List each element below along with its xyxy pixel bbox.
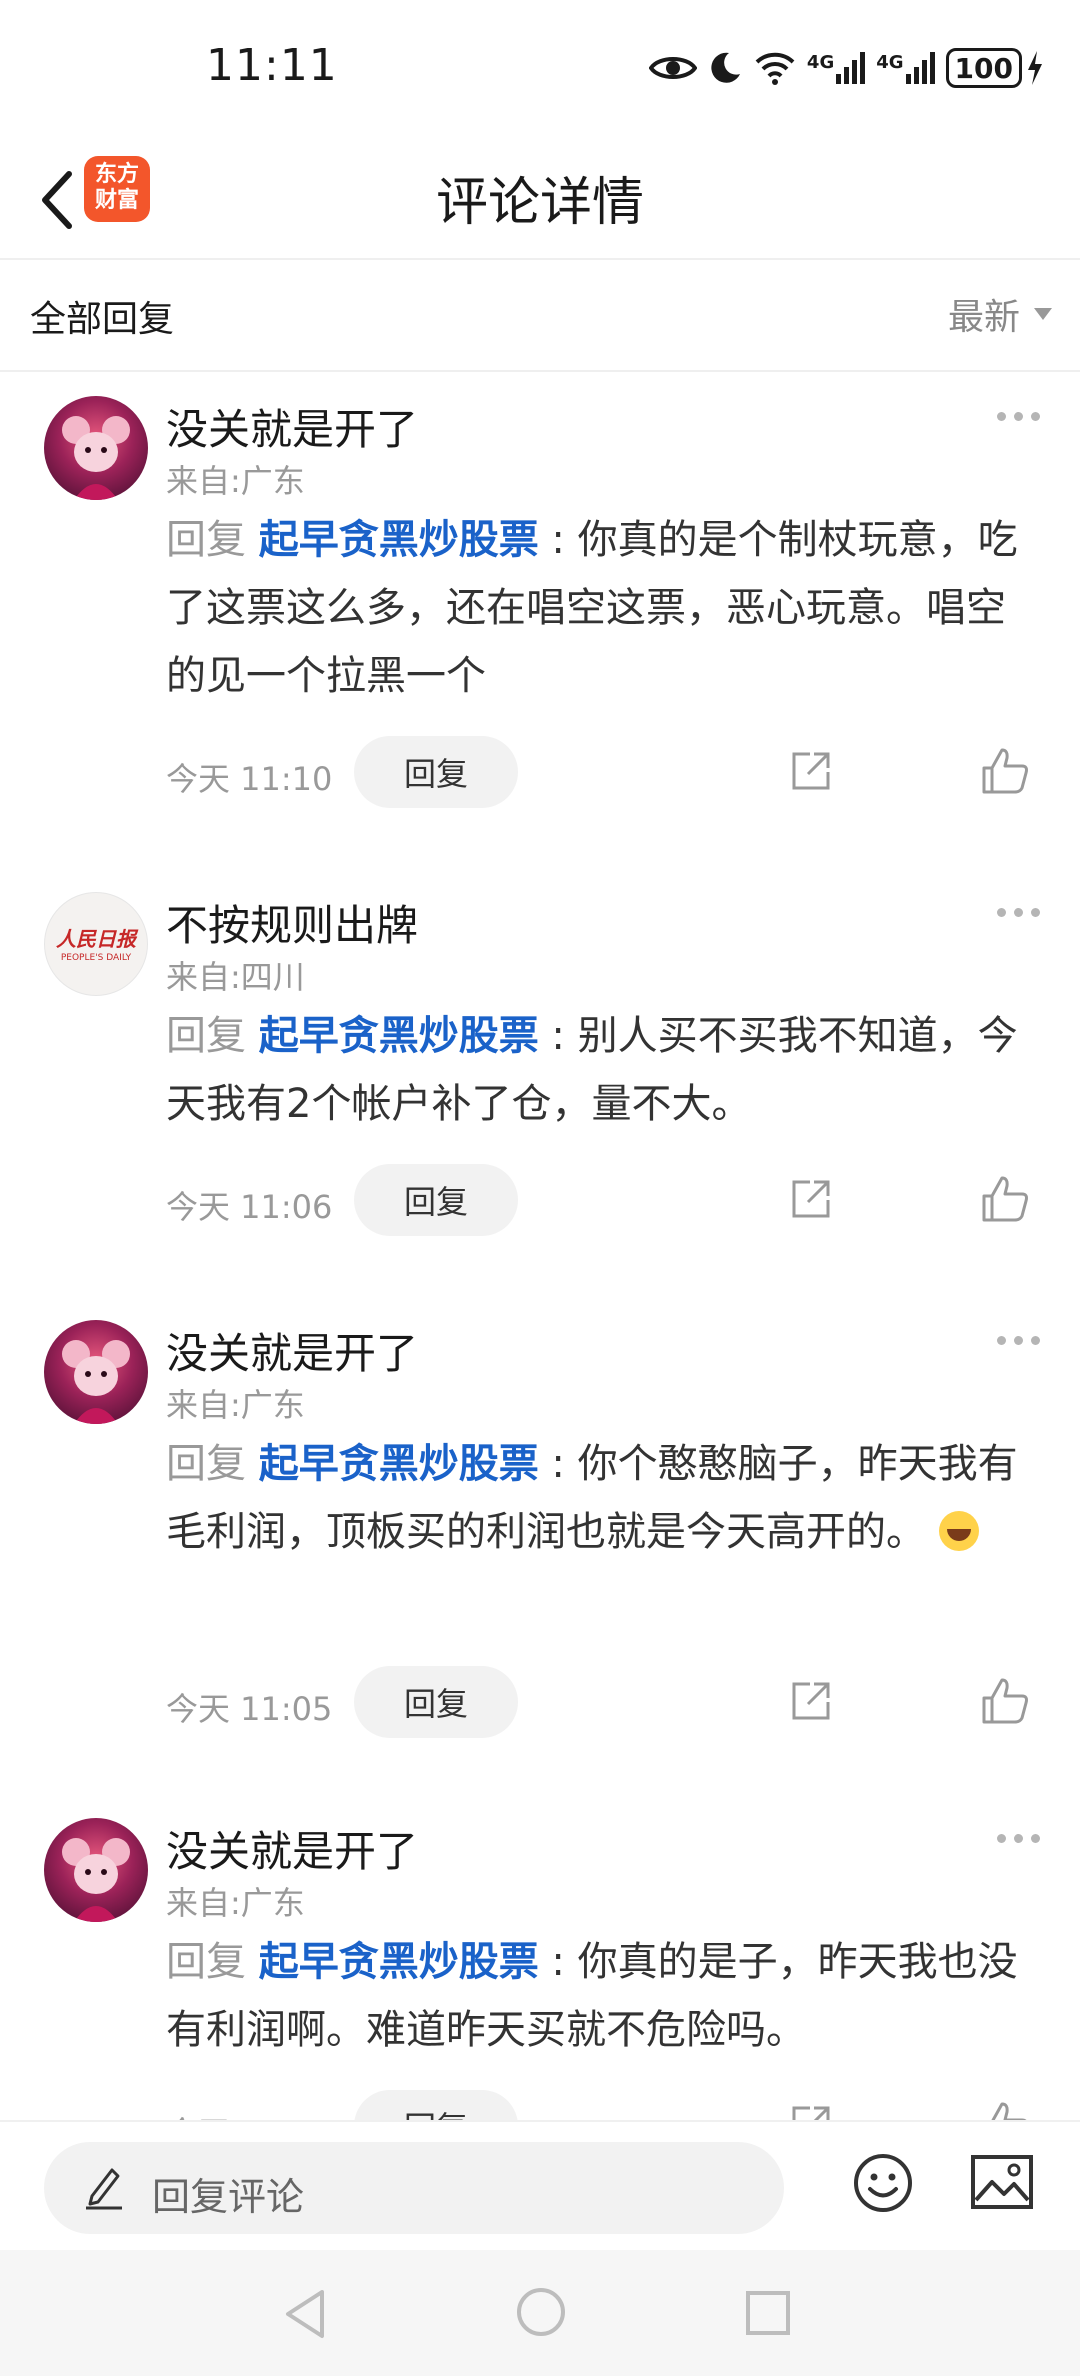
more-options-icon[interactable] — [997, 1336, 1040, 1345]
status-icons: 4G 4G 100 — [648, 44, 1044, 92]
username[interactable]: 没关就是开了 — [166, 396, 418, 457]
share-icon[interactable] — [788, 2102, 834, 2120]
timestamp: 今天 11:03 — [166, 2108, 332, 2120]
location: 来自:广东 — [166, 1386, 305, 1424]
mouse-avatar-icon — [62, 1838, 130, 1922]
comment-text: 回复 起早贪黑炒股票 : 你真的是个制杖玩意，吃了这票这么多，还在唱空这票，恶心… — [166, 506, 1036, 710]
reply-button[interactable]: 回复 — [354, 1164, 518, 1236]
thumbs-up-icon[interactable] — [980, 746, 1030, 796]
reply-comment-input[interactable]: 回复评论 — [44, 2142, 784, 2234]
wifi-icon — [755, 52, 795, 85]
section-bar: 全部回复 最新 — [0, 258, 1080, 372]
username[interactable]: 没关就是开了 — [166, 1818, 418, 1879]
signal-2: 4G — [876, 52, 935, 84]
reply-target-link[interactable]: 起早贪黑炒股票 — [259, 1441, 539, 1487]
comment-list[interactable]: 没关就是开了 来自:广东 回复 起早贪黑炒股票 : 你真的是个制杖玩意，吃了这票… — [0, 372, 1080, 2120]
comment-text: 回复 起早贪黑炒股票 : 别人买不买我不知道，今天我有2个帐户补了仓，量不大。 — [166, 1002, 1036, 1138]
more-options-icon[interactable] — [997, 908, 1040, 917]
battery-indicator: 100 — [945, 48, 1044, 88]
header: 东方 财富 评论详情 — [0, 140, 1080, 260]
laughing-emoji-icon — [938, 1511, 979, 1551]
timestamp: 今天 11:10 — [166, 760, 333, 798]
avatar[interactable] — [44, 396, 148, 500]
share-icon[interactable] — [788, 1176, 834, 1222]
signal-bars-icon — [836, 52, 866, 84]
nav-recent-apps-icon[interactable] — [745, 2290, 791, 2336]
location: 来自:广东 — [166, 462, 305, 500]
more-options-icon[interactable] — [997, 412, 1040, 421]
timestamp: 今天 11:06 — [166, 1188, 333, 1226]
comment-meta: 今天 11:06 回复 — [166, 1164, 1040, 1236]
moon-icon — [711, 52, 740, 83]
dropdown-arrow-icon — [1034, 308, 1052, 320]
comment-meta: 今天 11:10 回复 — [166, 736, 1040, 808]
comment-item: 人民日报 PEOPLE'S DAILY 不按规则出牌 来自:四川 回复 起早贪黑… — [0, 868, 1080, 1300]
image-icon[interactable] — [970, 2154, 1034, 2210]
share-icon[interactable] — [788, 748, 834, 794]
eye-icon — [648, 57, 697, 79]
network-label-2: 4G — [876, 52, 904, 73]
charging-icon — [1028, 51, 1042, 85]
comment-text: 回复 起早贪黑炒股票 : 你个憨憨脑子，昨天我有毛利润，顶板买的利润也就是今天高… — [166, 1430, 1036, 1566]
location: 来自:广东 — [166, 1884, 305, 1922]
status-bar: 11:11 4G 4G 100 — [0, 0, 1080, 140]
thumbs-up-icon[interactable] — [980, 2100, 1030, 2120]
sort-label: 最新 — [947, 297, 1020, 338]
username[interactable]: 没关就是开了 — [166, 1320, 418, 1381]
avatar[interactable] — [44, 1320, 148, 1424]
input-placeholder: 回复评论 — [152, 2175, 305, 2219]
reply-prefix: 回复 — [166, 1939, 246, 1985]
timestamp: 今天 11:05 — [166, 1690, 333, 1728]
signal-bars-icon — [905, 52, 935, 84]
avatar[interactable] — [44, 1818, 148, 1922]
signal-1: 4G — [807, 52, 866, 84]
comment-item: 没关就是开了 来自:广东 回复 起早贪黑炒股票 : 你真的是子，昨天我也没有利润… — [0, 1794, 1080, 2120]
emoji-icon[interactable] — [852, 2152, 914, 2214]
peoples-daily-subtitle: PEOPLE'S DAILY — [60, 953, 132, 963]
system-nav-bar — [0, 2250, 1080, 2376]
mouse-avatar-icon — [62, 1340, 130, 1424]
comment-item: 没关就是开了 来自:广东 回复 起早贪黑炒股票 : 你个憨憨脑子，昨天我有毛利润… — [0, 1296, 1080, 1796]
bottom-input-bar: 回复评论 — [0, 2120, 1080, 2252]
thumbs-up-icon[interactable] — [980, 1174, 1030, 1224]
share-icon[interactable] — [788, 1678, 834, 1724]
peoples-daily-logo: 人民日报 — [56, 927, 136, 951]
comment-item: 没关就是开了 来自:广东 回复 起早贪黑炒股票 : 你真的是个制杖玩意，吃了这票… — [0, 372, 1080, 852]
comment-text: 回复 起早贪黑炒股票 : 你真的是子，昨天我也没有利润啊。难道昨天买就不危险吗。 — [166, 1928, 1036, 2064]
nav-back-icon[interactable] — [282, 2288, 328, 2340]
reply-button[interactable]: 回复 — [354, 2090, 518, 2120]
battery-level: 100 — [945, 48, 1022, 88]
status-time: 11:11 — [206, 40, 338, 91]
avatar[interactable]: 人民日报 PEOPLE'S DAILY — [44, 892, 148, 996]
reply-target-link[interactable]: 起早贪黑炒股票 — [259, 1939, 539, 1985]
username[interactable]: 不按规则出牌 — [166, 892, 418, 953]
page-title: 评论详情 — [435, 173, 644, 233]
location: 来自:四川 — [166, 958, 305, 996]
nav-home-icon[interactable] — [515, 2286, 567, 2338]
pen-icon — [86, 2168, 122, 2210]
comment-meta: 今天 11:03 回复 — [166, 2090, 1040, 2120]
thumbs-up-icon[interactable] — [980, 1676, 1030, 1726]
section-title: 全部回复 — [30, 299, 175, 340]
reply-target-link[interactable]: 起早贪黑炒股票 — [259, 1013, 539, 1059]
mouse-avatar-icon — [62, 416, 130, 500]
more-options-icon[interactable] — [997, 1834, 1040, 1843]
reply-target-link[interactable]: 起早贪黑炒股票 — [259, 517, 539, 563]
reply-button[interactable]: 回复 — [354, 736, 518, 808]
network-label-1: 4G — [806, 52, 835, 73]
comment-meta: 今天 11:05 回复 — [166, 1666, 1040, 1738]
reply-prefix: 回复 — [166, 517, 246, 563]
reply-prefix: 回复 — [166, 1013, 246, 1059]
sort-dropdown[interactable]: 最新 — [948, 288, 1052, 340]
reply-button[interactable]: 回复 — [354, 1666, 518, 1738]
reply-prefix: 回复 — [166, 1441, 246, 1487]
